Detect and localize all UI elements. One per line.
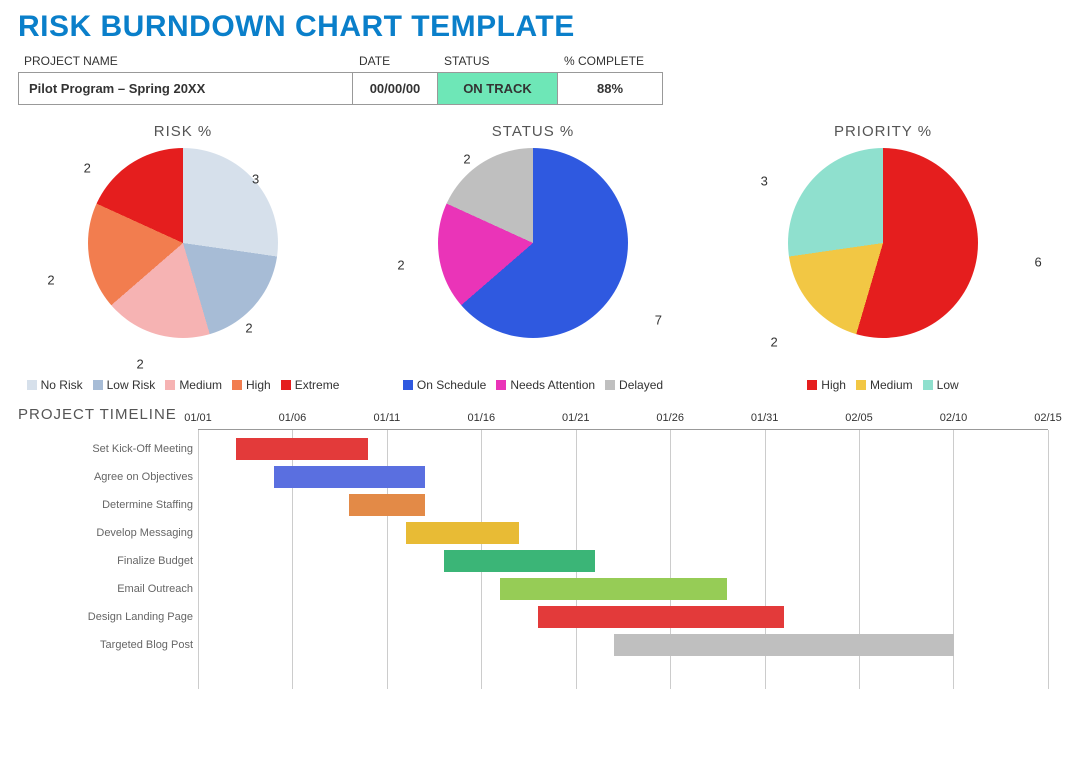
- legend-priority-low: Low: [937, 378, 959, 392]
- project-name-cell[interactable]: Pilot Program – Spring 20XX: [18, 72, 353, 105]
- risk-label-high: 2: [47, 273, 54, 288]
- task-label-7: Targeted Blog Post: [18, 639, 193, 651]
- timeline-grid: 01/01 01/06 01/11 01/16 01/21 01/26 01/3…: [198, 429, 1048, 689]
- legend-no-risk: No Risk: [41, 378, 83, 392]
- risk-label-low-risk: 2: [245, 321, 252, 336]
- task-bar-3[interactable]: [406, 522, 519, 544]
- timeline-chart: 01/01 01/06 01/11 01/16 01/21 01/26 01/3…: [18, 429, 1048, 689]
- legend-high: High: [246, 378, 271, 392]
- tick-9: 02/15: [1034, 412, 1062, 424]
- risk-legend: No Risk Low Risk Medium High Extreme: [18, 378, 348, 392]
- meta-header-row: PROJECT NAME DATE STATUS % COMPLETE: [18, 50, 1048, 72]
- priority-label-low: 3: [761, 174, 768, 189]
- project-date-cell[interactable]: 00/00/00: [353, 72, 438, 105]
- timeline-title: PROJECT TIMELINE: [18, 406, 1048, 423]
- task-bar-4[interactable]: [444, 550, 595, 572]
- task-bar-2[interactable]: [349, 494, 425, 516]
- legend-priority-high: High: [821, 378, 846, 392]
- legend-extreme: Extreme: [295, 378, 340, 392]
- priority-label-high: 6: [1034, 255, 1041, 270]
- tick-4: 01/21: [562, 412, 590, 424]
- tick-7: 02/05: [845, 412, 873, 424]
- legend-priority-medium: Medium: [870, 378, 913, 392]
- priority-label-medium: 2: [770, 334, 777, 349]
- status-label-needs-attention: 2: [397, 257, 404, 272]
- tick-0: 01/01: [184, 412, 212, 424]
- priority-chart-title: PRIORITY %: [718, 123, 1048, 140]
- hdr-complete: % COMPLETE: [558, 50, 663, 72]
- legend-delayed: Delayed: [619, 378, 663, 392]
- priority-pie: [788, 148, 978, 338]
- status-chart-title: STATUS %: [368, 123, 698, 140]
- risk-pie: [88, 148, 278, 338]
- legend-low-risk: Low Risk: [107, 378, 156, 392]
- task-label-4: Finalize Budget: [18, 555, 193, 567]
- meta-data-row: Pilot Program – Spring 20XX 00/00/00 ON …: [18, 72, 1048, 105]
- legend-needs-attention: Needs Attention: [510, 378, 595, 392]
- task-bar-5[interactable]: [500, 578, 727, 600]
- tick-3: 01/16: [468, 412, 496, 424]
- task-bar-7[interactable]: [614, 634, 954, 656]
- hdr-status: STATUS: [438, 50, 558, 72]
- hdr-project-name: PROJECT NAME: [18, 50, 353, 72]
- project-complete-cell[interactable]: 88%: [558, 72, 663, 105]
- page-title: RISK BURNDOWN CHART TEMPLATE: [18, 10, 1048, 44]
- status-legend: On Schedule Needs Attention Delayed: [368, 378, 698, 392]
- task-bar-1[interactable]: [274, 466, 425, 488]
- status-chart: STATUS % 7 2 2 On Schedule Needs Attenti…: [368, 123, 698, 392]
- task-label-1: Agree on Objectives: [18, 471, 193, 483]
- risk-label-medium: 2: [136, 356, 143, 371]
- status-label-delayed: 2: [463, 152, 470, 167]
- risk-chart-title: RISK %: [18, 123, 348, 140]
- task-label-2: Determine Staffing: [18, 499, 193, 511]
- tick-1: 01/06: [279, 412, 307, 424]
- risk-label-extreme: 2: [84, 160, 91, 175]
- project-status-cell[interactable]: ON TRACK: [438, 72, 558, 105]
- risk-label-no-risk: 3: [252, 171, 259, 186]
- task-label-5: Email Outreach: [18, 583, 193, 595]
- status-pie: [438, 148, 628, 338]
- tick-2: 01/11: [374, 412, 401, 424]
- task-label-0: Set Kick-Off Meeting: [18, 443, 193, 455]
- status-label-on-schedule: 7: [655, 312, 662, 327]
- risk-chart: RISK % 3 2 2 2 2 No Risk Low Risk Medium…: [18, 123, 348, 392]
- task-label-6: Design Landing Page: [18, 611, 193, 623]
- tick-8: 02/10: [940, 412, 968, 424]
- tick-5: 01/26: [656, 412, 684, 424]
- legend-medium: Medium: [179, 378, 222, 392]
- task-bar-6[interactable]: [538, 606, 784, 628]
- priority-legend: High Medium Low: [718, 378, 1048, 392]
- tick-6: 01/31: [751, 412, 779, 424]
- priority-chart: PRIORITY % 6 2 3 High Medium Low: [718, 123, 1048, 392]
- task-label-3: Develop Messaging: [18, 527, 193, 539]
- task-bar-0[interactable]: [236, 438, 368, 460]
- legend-on-schedule: On Schedule: [417, 378, 486, 392]
- hdr-date: DATE: [353, 50, 438, 72]
